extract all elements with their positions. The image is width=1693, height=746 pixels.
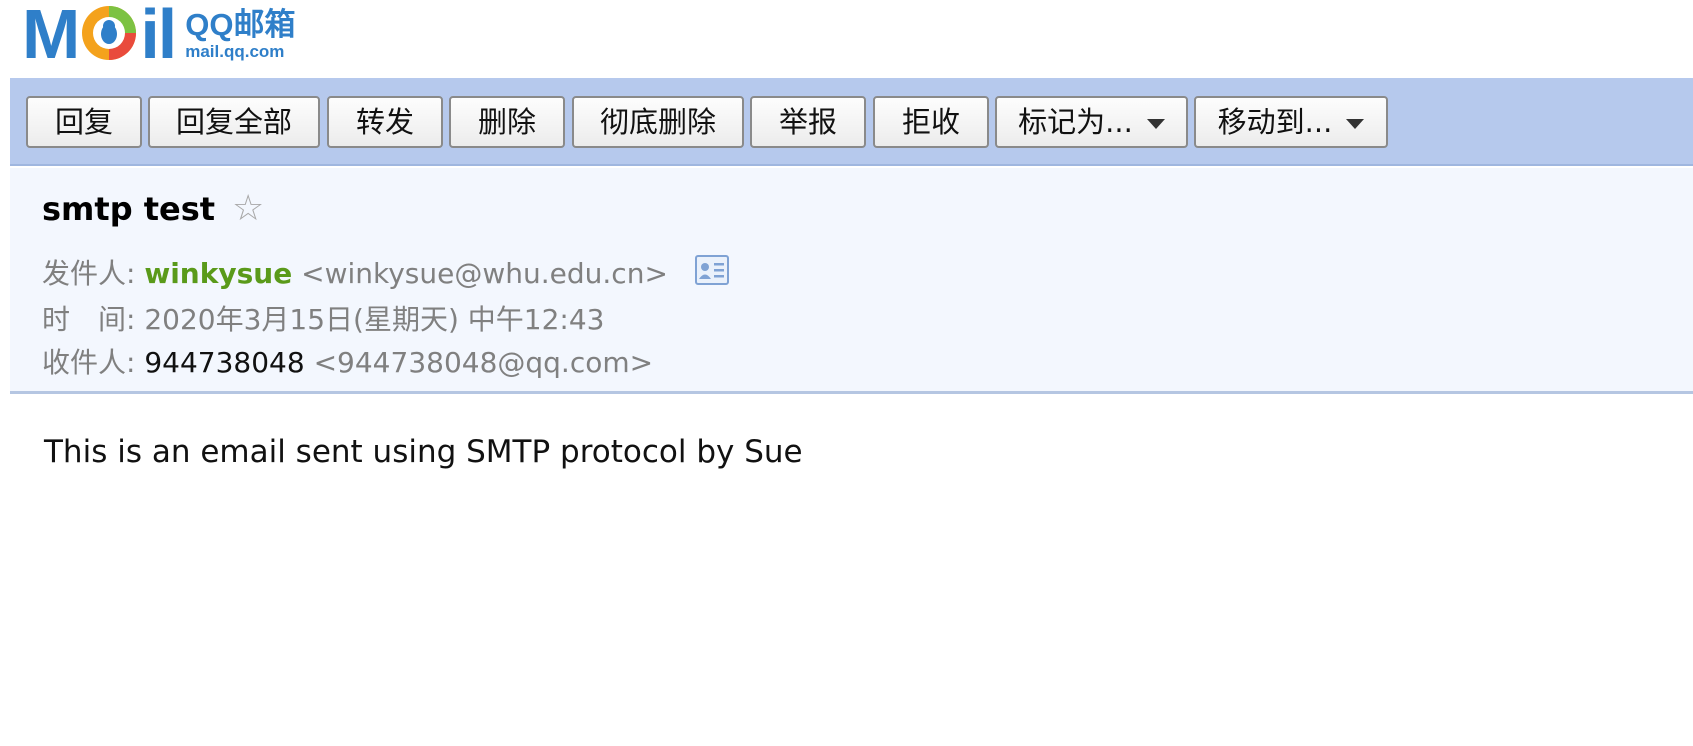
from-row: 发件人: winkysue <winkysue@whu.edu.cn> bbox=[42, 252, 668, 292]
qq-penguin-logo-icon bbox=[82, 6, 137, 60]
qq-mail-logo[interactable]: M il QQ邮箱 mail.qq.com bbox=[22, 0, 295, 73]
mail-subject: smtp test bbox=[42, 190, 216, 228]
move-to-dropdown[interactable]: 移动到... bbox=[1194, 96, 1388, 148]
star-icon[interactable]: ☆ bbox=[232, 188, 264, 229]
reply-all-button[interactable]: 回复全部 bbox=[148, 96, 320, 148]
logo-letter-m: M bbox=[22, 0, 80, 73]
caret-down-icon bbox=[1346, 119, 1365, 129]
recipient-name[interactable]: 944738048 bbox=[144, 346, 304, 379]
time-label: 时 间: bbox=[42, 303, 136, 336]
mark-as-label: 标记为... bbox=[1018, 105, 1133, 139]
sender-address: <winkysue@whu.edu.cn> bbox=[301, 257, 668, 290]
logo-text: QQ邮箱 mail.qq.com bbox=[185, 4, 295, 62]
delete-permanently-button[interactable]: 彻底删除 bbox=[572, 96, 744, 148]
reject-label: 拒收 bbox=[901, 105, 960, 139]
move-to-label: 移动到... bbox=[1217, 105, 1333, 139]
delete-permanently-label: 彻底删除 bbox=[599, 105, 716, 139]
logo-brand: QQ邮箱 bbox=[185, 7, 296, 42]
mail-body: This is an email sent using SMTP protoco… bbox=[44, 434, 803, 470]
delete-button[interactable]: 删除 bbox=[449, 96, 565, 148]
report-button[interactable]: 举报 bbox=[750, 96, 866, 148]
time-row: 时 间: 2020年3月15日(星期天) 中午12:43 bbox=[42, 298, 605, 338]
reject-button[interactable]: 拒收 bbox=[873, 96, 989, 148]
reply-all-label: 回复全部 bbox=[175, 105, 292, 139]
to-label: 收件人: bbox=[42, 346, 136, 379]
reply-button[interactable]: 回复 bbox=[26, 96, 142, 148]
logo-mail-wordmark: M il bbox=[22, 0, 177, 73]
mail-header: smtp test ☆ 发件人: winkysue <winkysue@whu.… bbox=[10, 168, 1693, 394]
forward-label: 转发 bbox=[355, 105, 414, 139]
delete-label: 删除 bbox=[477, 105, 536, 139]
mail-toolbar: 回复 回复全部 转发 删除 彻底删除 举报 拒收 标记为... 移动到... bbox=[10, 78, 1693, 166]
caret-down-icon bbox=[1146, 119, 1165, 129]
contact-card-icon[interactable] bbox=[695, 255, 729, 285]
sender-name[interactable]: winkysue bbox=[144, 257, 292, 290]
forward-button[interactable]: 转发 bbox=[327, 96, 443, 148]
recipient-address: <944738048@qq.com> bbox=[313, 346, 654, 379]
reply-label: 回复 bbox=[54, 105, 113, 139]
from-label: 发件人: bbox=[42, 257, 136, 290]
logo-letters-il: il bbox=[140, 0, 177, 73]
mark-as-dropdown[interactable]: 标记为... bbox=[995, 96, 1188, 148]
logo-url: mail.qq.com bbox=[185, 42, 285, 61]
report-label: 举报 bbox=[778, 105, 837, 139]
to-row: 收件人: 944738048 <944738048@qq.com> bbox=[42, 341, 653, 381]
time-value: 2020年3月15日(星期天) 中午12:43 bbox=[144, 303, 605, 336]
